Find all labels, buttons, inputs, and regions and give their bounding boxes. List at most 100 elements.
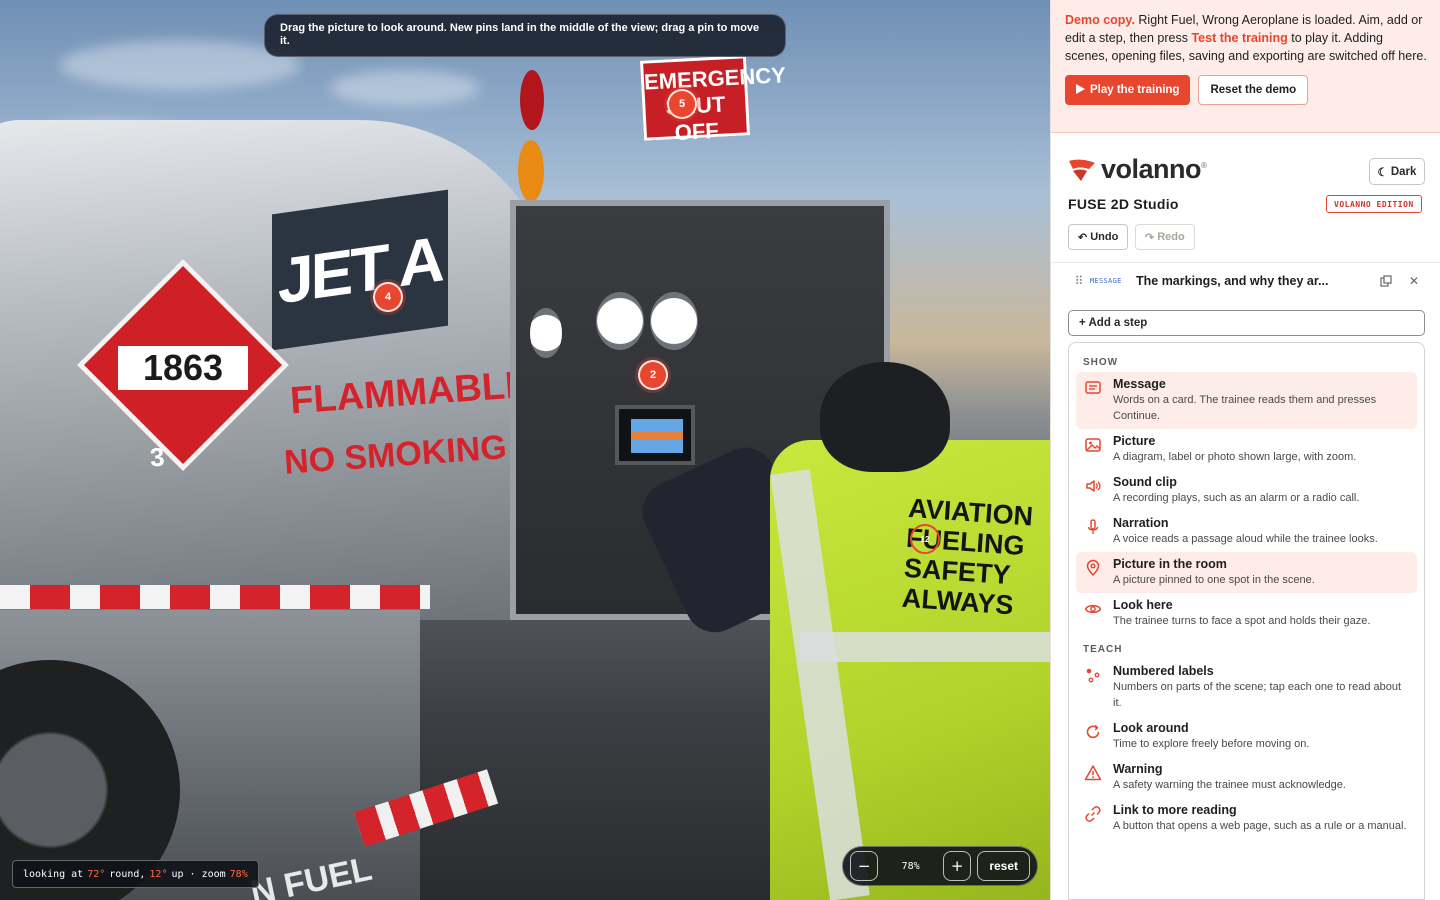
demo-message: Demo copy. Right Fuel, Wrong Aeroplane i… — [1065, 11, 1427, 65]
menu-item-text: Picture A diagram, label or photo shown … — [1113, 434, 1356, 465]
amber-lamp — [518, 140, 544, 202]
message-icon — [1084, 379, 1102, 397]
step-title: The markings, and why they ar... — [1136, 274, 1329, 288]
menu-group-show: SHOW — [1083, 357, 1119, 368]
dark-mode-label: Dark — [1390, 165, 1417, 178]
registered-mark: ® — [1201, 161, 1207, 170]
hotspot-pin-5[interactable]: 5 — [667, 89, 697, 119]
zoom-level: 78% — [901, 860, 920, 872]
menu-item-desc: Words on a card. The trainee reads them … — [1113, 394, 1377, 422]
hotspot-pin-4[interactable]: 4 — [373, 282, 403, 312]
menu-item-text: Warning A safety warning the trainee mus… — [1113, 762, 1346, 793]
volanno-logo-icon — [1067, 157, 1097, 183]
menu-item-picture-in-room[interactable]: Picture in the room A picture pinned to … — [1076, 552, 1417, 593]
menu-item-desc: A button that opens a web page, such as … — [1113, 820, 1407, 832]
menu-item-title: Picture — [1113, 434, 1156, 448]
view-readout: looking at 72° round, 12° up · zoom 78% — [12, 860, 259, 888]
menu-item-desc: A diagram, label or photo shown large, w… — [1113, 451, 1357, 463]
numbered-dots-icon — [1084, 666, 1102, 684]
zoom-out-button[interactable]: − — [850, 851, 879, 881]
app: JET A 1863 3 FLAMMABLE NO SMOKING EMERGE… — [0, 0, 1440, 900]
link-icon — [1084, 805, 1102, 823]
menu-item-message[interactable]: Message Words on a card. The trainee rea… — [1076, 372, 1417, 429]
play-training-label: Play the training — [1090, 84, 1180, 96]
menu-item-title: Message — [1113, 377, 1166, 391]
menu-item-text: Link to more reading A button that opens… — [1113, 803, 1407, 834]
readout-zoom-value: 78% — [229, 868, 248, 880]
edition-badge: VOLANNO EDITION — [1326, 195, 1422, 213]
menu-item-warning[interactable]: Warning A safety warning the trainee mus… — [1076, 757, 1417, 798]
play-icon — [1076, 83, 1085, 97]
speaker-icon — [1084, 477, 1102, 495]
readout-up-value: 12° — [149, 868, 168, 880]
demo-lead: Demo copy. — [1065, 13, 1135, 27]
readout-round-value: 72° — [87, 868, 106, 880]
demo-actions: Play the training Reset the demo — [1065, 75, 1427, 105]
brand-logo: volanno® — [1067, 154, 1207, 185]
drag-hint: Drag the picture to look around. New pin… — [264, 14, 786, 57]
add-step-button[interactable]: + Add a step — [1068, 310, 1425, 336]
cloud — [330, 70, 480, 106]
hotspot-pin-2[interactable]: 2 — [638, 360, 668, 390]
menu-item-text: Narration A voice reads a passage aloud … — [1113, 516, 1378, 547]
picture-icon — [1084, 436, 1102, 454]
menu-item-sound-clip[interactable]: Sound clip A recording plays, such as an… — [1076, 470, 1417, 511]
demo-banner: Demo copy. Right Fuel, Wrong Aeroplane i… — [1051, 0, 1440, 133]
step-type-tag: MESSAGE — [1090, 277, 1122, 285]
menu-item-title: Numbered labels — [1113, 664, 1214, 678]
hotspot-pin-12[interactable]: 12 — [910, 524, 940, 554]
zoom-controls: − 78% + reset — [842, 846, 1038, 886]
menu-item-text: Picture in the room A picture pinned to … — [1113, 557, 1315, 588]
moon-icon: ☾ — [1377, 166, 1388, 179]
menu-item-link[interactable]: Link to more reading A button that opens… — [1076, 798, 1417, 839]
duplicate-icon[interactable] — [1375, 270, 1397, 292]
reset-demo-button[interactable]: Reset the demo — [1198, 75, 1309, 105]
placard-class: 3 — [148, 441, 166, 473]
menu-item-title: Look here — [1113, 598, 1173, 612]
menu-item-look-around[interactable]: Look around Time to explore freely befor… — [1076, 716, 1417, 757]
brand-wordmark: volanno — [1101, 154, 1202, 184]
readout-round-label: round, — [109, 868, 146, 880]
zoom-in-button[interactable]: + — [942, 851, 972, 881]
menu-item-title: Look around — [1113, 721, 1189, 735]
menu-item-numbered-labels[interactable]: Numbered labels Numbers on parts of the … — [1076, 659, 1417, 716]
menu-item-desc: A picture pinned to one spot in the scen… — [1113, 574, 1315, 586]
dark-mode-button[interactable]: ☾ Dark — [1369, 158, 1425, 185]
jet-a-sign: JET A — [272, 189, 448, 351]
test-training-link[interactable]: Test the training — [1191, 31, 1287, 45]
rotate-icon — [1084, 723, 1102, 741]
step-type-menu: SHOW Message Words on a card. The traine… — [1068, 342, 1425, 900]
menu-item-text: Sound clip A recording plays, such as an… — [1113, 475, 1359, 506]
menu-item-picture[interactable]: Picture A diagram, label or photo shown … — [1076, 429, 1417, 470]
menu-item-title: Warning — [1113, 762, 1163, 776]
drag-handle-icon[interactable]: ⠿ — [1068, 274, 1090, 288]
editor-panel: Demo copy. Right Fuel, Wrong Aeroplane i… — [1050, 0, 1440, 900]
step-item[interactable]: ⠿ MESSAGE The markings, and why they ar.… — [1068, 266, 1425, 296]
red-lamp — [520, 70, 544, 130]
redo-label: Redo — [1157, 231, 1185, 243]
divider — [1051, 262, 1440, 263]
redo-icon: ↷ — [1145, 231, 1155, 244]
studio-title: FUSE 2D Studio — [1068, 196, 1179, 212]
pressure-gauge — [530, 308, 562, 358]
menu-item-desc: A voice reads a passage aloud while the … — [1113, 533, 1378, 545]
close-icon[interactable]: ✕ — [1403, 270, 1425, 292]
menu-item-text: Numbered labels Numbers on parts of the … — [1113, 664, 1409, 711]
warning-icon — [1084, 764, 1102, 782]
menu-item-title: Picture in the room — [1113, 557, 1227, 571]
menu-item-text: Look here The trainee turns to face a sp… — [1113, 598, 1370, 629]
play-training-button[interactable]: Play the training — [1065, 75, 1191, 105]
panorama-viewer[interactable]: JET A 1863 3 FLAMMABLE NO SMOKING EMERGE… — [0, 0, 1050, 900]
tank-reflective-band — [0, 585, 430, 609]
menu-group-teach: TEACH — [1083, 644, 1123, 655]
pressure-gauge — [650, 292, 698, 350]
menu-item-narration[interactable]: Narration A voice reads a passage aloud … — [1076, 511, 1417, 552]
undo-button[interactable]: ↶ Undo — [1068, 224, 1129, 250]
zoom-reset-button[interactable]: reset — [977, 851, 1030, 881]
worker-head — [820, 362, 950, 472]
menu-item-desc: A recording plays, such as an alarm or a… — [1113, 492, 1360, 504]
redo-button[interactable]: ↷ Redo — [1135, 224, 1195, 250]
map-pin-icon — [1084, 559, 1102, 577]
menu-item-look-here[interactable]: Look here The trainee turns to face a sp… — [1076, 593, 1417, 634]
readout-up-label: up · zoom — [171, 868, 226, 880]
